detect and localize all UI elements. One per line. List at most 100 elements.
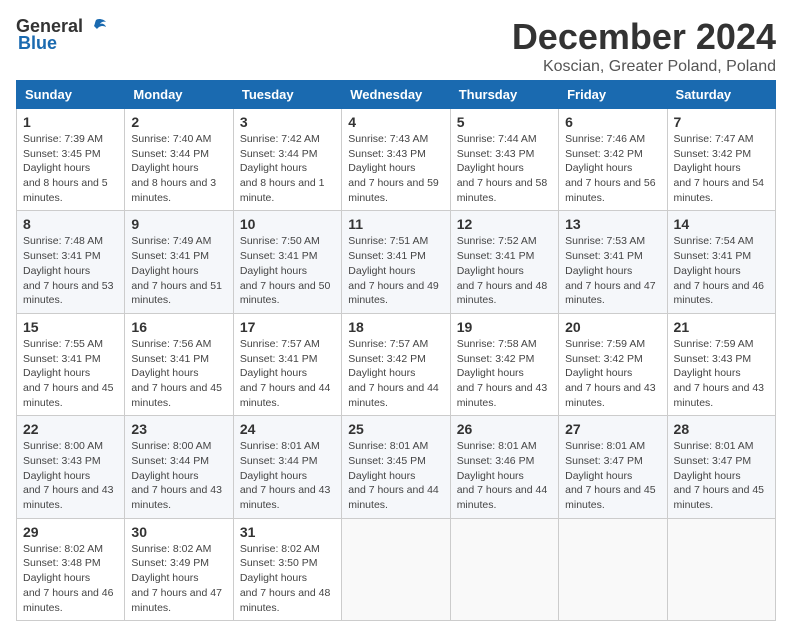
calendar-cell: 18 Sunrise: 7:57 AM Sunset: 3:42 PM Dayl… bbox=[342, 313, 450, 415]
day-number: 23 bbox=[131, 421, 226, 437]
day-info: Sunrise: 7:46 AM Sunset: 3:42 PM Dayligh… bbox=[565, 132, 660, 205]
sunset-label: Sunset: 3:47 PM bbox=[674, 455, 752, 467]
day-number: 16 bbox=[131, 319, 226, 335]
day-number: 2 bbox=[131, 114, 226, 130]
sunrise-label: Sunrise: 8:00 AM bbox=[23, 440, 103, 452]
calendar-cell: 14 Sunrise: 7:54 AM Sunset: 3:41 PM Dayl… bbox=[667, 211, 775, 313]
daylight-value: and 8 hours and 3 minutes. bbox=[131, 177, 216, 204]
day-number: 17 bbox=[240, 319, 335, 335]
day-number: 20 bbox=[565, 319, 660, 335]
day-info: Sunrise: 7:43 AM Sunset: 3:43 PM Dayligh… bbox=[348, 132, 443, 205]
day-info: Sunrise: 8:00 AM Sunset: 3:44 PM Dayligh… bbox=[131, 439, 226, 512]
sunset-label: Sunset: 3:44 PM bbox=[240, 148, 318, 160]
day-info: Sunrise: 7:52 AM Sunset: 3:41 PM Dayligh… bbox=[457, 234, 552, 307]
day-info: Sunrise: 7:56 AM Sunset: 3:41 PM Dayligh… bbox=[131, 337, 226, 410]
day-info: Sunrise: 7:54 AM Sunset: 3:41 PM Dayligh… bbox=[674, 234, 769, 307]
page-header: General Blue December 2024 Koscian, Grea… bbox=[16, 16, 776, 76]
daylight-label: Daylight hours bbox=[131, 572, 198, 584]
calendar-cell: 16 Sunrise: 7:56 AM Sunset: 3:41 PM Dayl… bbox=[125, 313, 233, 415]
day-number: 21 bbox=[674, 319, 769, 335]
day-info: Sunrise: 7:58 AM Sunset: 3:42 PM Dayligh… bbox=[457, 337, 552, 410]
day-info: Sunrise: 7:53 AM Sunset: 3:41 PM Dayligh… bbox=[565, 234, 660, 307]
calendar-cell: 29 Sunrise: 8:02 AM Sunset: 3:48 PM Dayl… bbox=[17, 518, 125, 620]
sunrise-label: Sunrise: 7:47 AM bbox=[674, 133, 754, 145]
day-number: 4 bbox=[348, 114, 443, 130]
day-info: Sunrise: 8:01 AM Sunset: 3:46 PM Dayligh… bbox=[457, 439, 552, 512]
daylight-value: and 8 hours and 1 minute. bbox=[240, 177, 325, 204]
sunrise-label: Sunrise: 7:40 AM bbox=[131, 133, 211, 145]
sunset-label: Sunset: 3:44 PM bbox=[240, 455, 318, 467]
sunset-label: Sunset: 3:42 PM bbox=[348, 353, 426, 365]
day-info: Sunrise: 7:59 AM Sunset: 3:42 PM Dayligh… bbox=[565, 337, 660, 410]
daylight-value: and 7 hours and 44 minutes. bbox=[457, 484, 548, 511]
day-number: 25 bbox=[348, 421, 443, 437]
calendar-cell: 1 Sunrise: 7:39 AM Sunset: 3:45 PM Dayli… bbox=[17, 109, 125, 211]
sunset-label: Sunset: 3:41 PM bbox=[240, 250, 318, 262]
daylight-value: and 7 hours and 47 minutes. bbox=[131, 587, 222, 614]
sunrise-label: Sunrise: 8:01 AM bbox=[565, 440, 645, 452]
sunset-label: Sunset: 3:42 PM bbox=[674, 148, 752, 160]
sunset-label: Sunset: 3:44 PM bbox=[131, 455, 209, 467]
calendar-cell: 13 Sunrise: 7:53 AM Sunset: 3:41 PM Dayl… bbox=[559, 211, 667, 313]
daylight-label: Daylight hours bbox=[674, 265, 741, 277]
sunset-label: Sunset: 3:43 PM bbox=[23, 455, 101, 467]
day-info: Sunrise: 7:39 AM Sunset: 3:45 PM Dayligh… bbox=[23, 132, 118, 205]
calendar-cell bbox=[667, 518, 775, 620]
day-number: 27 bbox=[565, 421, 660, 437]
sunset-label: Sunset: 3:46 PM bbox=[457, 455, 535, 467]
day-number: 7 bbox=[674, 114, 769, 130]
sunset-label: Sunset: 3:50 PM bbox=[240, 557, 318, 569]
day-number: 12 bbox=[457, 216, 552, 232]
sunset-label: Sunset: 3:43 PM bbox=[457, 148, 535, 160]
sunrise-label: Sunrise: 7:49 AM bbox=[131, 235, 211, 247]
daylight-label: Daylight hours bbox=[565, 367, 632, 379]
logo-bird-icon bbox=[86, 18, 108, 36]
daylight-value: and 7 hours and 45 minutes. bbox=[23, 382, 114, 409]
calendar-week-row: 8 Sunrise: 7:48 AM Sunset: 3:41 PM Dayli… bbox=[17, 211, 776, 313]
calendar-cell: 31 Sunrise: 8:02 AM Sunset: 3:50 PM Dayl… bbox=[233, 518, 341, 620]
sunrise-label: Sunrise: 7:59 AM bbox=[674, 338, 754, 350]
day-info: Sunrise: 8:01 AM Sunset: 3:44 PM Dayligh… bbox=[240, 439, 335, 512]
weekday-header-tuesday: Tuesday bbox=[233, 81, 341, 109]
month-title: December 2024 bbox=[512, 16, 776, 58]
calendar-cell: 7 Sunrise: 7:47 AM Sunset: 3:42 PM Dayli… bbox=[667, 109, 775, 211]
daylight-value: and 7 hours and 43 minutes. bbox=[240, 484, 331, 511]
day-number: 9 bbox=[131, 216, 226, 232]
daylight-value: and 7 hours and 43 minutes. bbox=[565, 382, 656, 409]
calendar-header-row: SundayMondayTuesdayWednesdayThursdayFrid… bbox=[17, 81, 776, 109]
sunrise-label: Sunrise: 7:55 AM bbox=[23, 338, 103, 350]
daylight-label: Daylight hours bbox=[348, 470, 415, 482]
daylight-label: Daylight hours bbox=[23, 470, 90, 482]
daylight-value: and 7 hours and 49 minutes. bbox=[348, 280, 439, 307]
calendar-cell: 9 Sunrise: 7:49 AM Sunset: 3:41 PM Dayli… bbox=[125, 211, 233, 313]
sunrise-label: Sunrise: 7:54 AM bbox=[674, 235, 754, 247]
daylight-label: Daylight hours bbox=[240, 572, 307, 584]
daylight-value: and 7 hours and 47 minutes. bbox=[565, 280, 656, 307]
day-info: Sunrise: 7:48 AM Sunset: 3:41 PM Dayligh… bbox=[23, 234, 118, 307]
sunrise-label: Sunrise: 7:58 AM bbox=[457, 338, 537, 350]
day-number: 30 bbox=[131, 524, 226, 540]
daylight-label: Daylight hours bbox=[131, 162, 198, 174]
daylight-label: Daylight hours bbox=[348, 367, 415, 379]
daylight-value: and 7 hours and 54 minutes. bbox=[674, 177, 765, 204]
day-info: Sunrise: 7:57 AM Sunset: 3:41 PM Dayligh… bbox=[240, 337, 335, 410]
day-number: 28 bbox=[674, 421, 769, 437]
sunrise-label: Sunrise: 7:42 AM bbox=[240, 133, 320, 145]
daylight-value: and 7 hours and 50 minutes. bbox=[240, 280, 331, 307]
daylight-label: Daylight hours bbox=[23, 367, 90, 379]
location-subtitle: Koscian, Greater Poland, Poland bbox=[512, 58, 776, 76]
day-number: 29 bbox=[23, 524, 118, 540]
daylight-value: and 8 hours and 5 minutes. bbox=[23, 177, 108, 204]
weekday-header-wednesday: Wednesday bbox=[342, 81, 450, 109]
calendar-cell: 19 Sunrise: 7:58 AM Sunset: 3:42 PM Dayl… bbox=[450, 313, 558, 415]
day-number: 24 bbox=[240, 421, 335, 437]
sunrise-label: Sunrise: 8:01 AM bbox=[348, 440, 428, 452]
calendar-cell: 20 Sunrise: 7:59 AM Sunset: 3:42 PM Dayl… bbox=[559, 313, 667, 415]
calendar-week-row: 15 Sunrise: 7:55 AM Sunset: 3:41 PM Dayl… bbox=[17, 313, 776, 415]
daylight-label: Daylight hours bbox=[457, 162, 524, 174]
daylight-label: Daylight hours bbox=[457, 470, 524, 482]
daylight-value: and 7 hours and 45 minutes. bbox=[674, 484, 765, 511]
sunset-label: Sunset: 3:49 PM bbox=[131, 557, 209, 569]
day-info: Sunrise: 8:01 AM Sunset: 3:45 PM Dayligh… bbox=[348, 439, 443, 512]
day-info: Sunrise: 7:49 AM Sunset: 3:41 PM Dayligh… bbox=[131, 234, 226, 307]
